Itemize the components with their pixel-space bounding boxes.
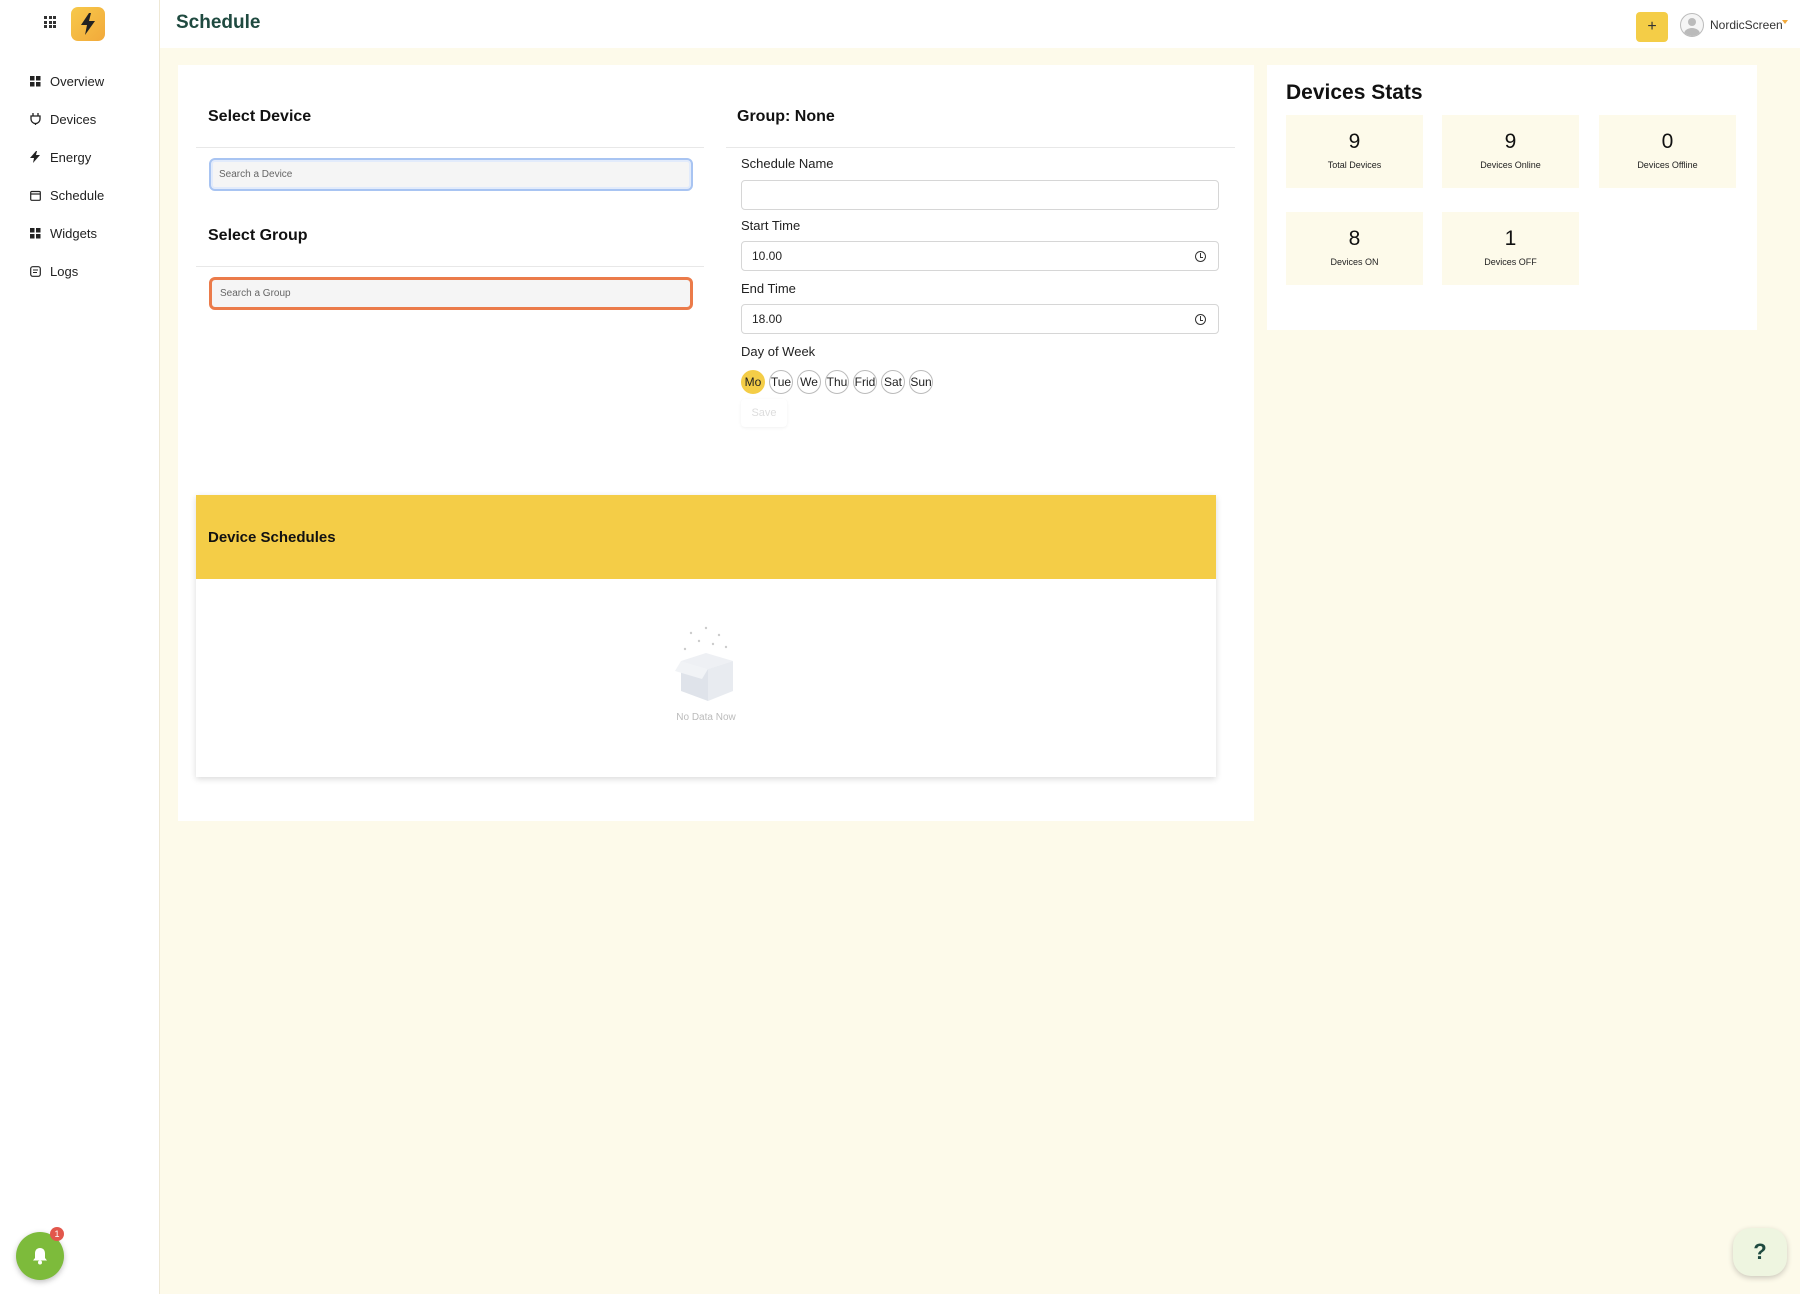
- stat-value: 9: [1348, 130, 1361, 153]
- stat-label: Devices ON: [1330, 257, 1379, 267]
- schedule-name-label: Schedule Name: [741, 156, 834, 171]
- stat-devices-on: 8 Devices ON: [1286, 212, 1423, 285]
- devices-stats-title: Devices Stats: [1286, 81, 1423, 104]
- sidebar-item-widgets[interactable]: Widgets: [0, 214, 160, 252]
- day-toggle-mo[interactable]: Mo: [741, 370, 765, 394]
- sidebar-item-label: Logs: [50, 263, 79, 279]
- avatar[interactable]: [1680, 13, 1704, 37]
- day-of-week-selector: Mo Tue We Thu Frid Sat Sun: [741, 370, 933, 394]
- user-name[interactable]: NordicScreen: [1710, 18, 1783, 32]
- day-toggle-sat[interactable]: Sat: [881, 370, 905, 394]
- plug-icon: [28, 112, 42, 126]
- start-time-label: Start Time: [741, 218, 801, 233]
- divider: [726, 147, 1235, 148]
- clock-icon[interactable]: [1195, 251, 1206, 262]
- lightning-logo-icon: [81, 13, 95, 35]
- stat-value: 8: [1348, 227, 1361, 250]
- stat-label: Devices OFF: [1484, 257, 1537, 267]
- divider: [196, 266, 704, 267]
- bell-icon: [33, 1248, 47, 1265]
- sidebar-item-label: Schedule: [50, 187, 105, 203]
- day-toggle-we[interactable]: We: [797, 370, 821, 394]
- sidebar: Overview Devices Energy Schedule Widgets…: [0, 0, 160, 1294]
- day-toggle-tue[interactable]: Tue: [769, 370, 793, 394]
- schedule-card: Select Device Search a Device Select Gro…: [178, 65, 1254, 821]
- day-toggle-frid[interactable]: Frid: [853, 370, 877, 394]
- select-device-title: Select Device: [208, 108, 312, 125]
- calendar-icon: [28, 188, 42, 202]
- notification-badge: 1: [50, 1227, 64, 1241]
- save-button[interactable]: Save: [741, 399, 787, 427]
- stat-devices-online: 9 Devices Online: [1442, 115, 1579, 188]
- stat-devices-off: 1 Devices OFF: [1442, 212, 1579, 285]
- devices-stats-card: Devices Stats 9 Total Devices 9 Devices …: [1267, 65, 1757, 330]
- sidebar-item-label: Overview: [50, 73, 105, 89]
- sidebar-item-energy[interactable]: Energy: [0, 138, 160, 176]
- sidebar-item-label: Devices: [50, 111, 97, 127]
- sidebar-item-logs[interactable]: Logs: [0, 252, 160, 290]
- stat-label: Devices Offline: [1637, 160, 1698, 170]
- page-title: Schedule: [176, 12, 261, 33]
- dashboard-icon: [28, 74, 42, 88]
- sidebar-item-schedule[interactable]: Schedule: [0, 176, 160, 214]
- sidebar-item-label: Widgets: [50, 225, 97, 241]
- empty-state-text: No Data Now: [676, 712, 736, 723]
- clock-icon[interactable]: [1195, 314, 1206, 325]
- group-search-input[interactable]: Search a Group: [209, 277, 693, 310]
- schedule-name-field[interactable]: [741, 180, 1219, 210]
- device-schedules-panel: Device Schedules No Data Now: [196, 495, 1216, 777]
- sidebar-item-overview[interactable]: Overview: [0, 62, 160, 100]
- end-time-label: End Time: [741, 281, 796, 296]
- day-toggle-sun[interactable]: Sun: [909, 370, 933, 394]
- app-logo[interactable]: [71, 7, 105, 41]
- day-of-week-label: Day of Week: [741, 344, 816, 359]
- user-menu-caret-icon[interactable]: [1782, 20, 1788, 24]
- stat-total-devices: 9 Total Devices: [1286, 115, 1423, 188]
- stat-label: Total Devices: [1327, 160, 1382, 170]
- device-search-input[interactable]: Search a Device: [209, 158, 693, 191]
- stat-value: 0: [1661, 130, 1674, 153]
- start-time-field[interactable]: 10.00: [741, 241, 1219, 271]
- group-title: Group: None: [737, 108, 835, 125]
- add-button[interactable]: +: [1636, 12, 1668, 42]
- day-toggle-thu[interactable]: Thu: [825, 370, 849, 394]
- stat-devices-offline: 0 Devices Offline: [1599, 115, 1736, 188]
- apps-grid-icon[interactable]: [44, 16, 56, 28]
- empty-box-icon: [675, 626, 733, 701]
- end-time-value: 18.00: [752, 312, 783, 326]
- empty-state: No Data Now: [656, 625, 756, 723]
- widgets-icon: [28, 226, 42, 240]
- divider: [196, 147, 704, 148]
- sidebar-item-label: Energy: [50, 149, 92, 165]
- logs-icon: [28, 264, 42, 278]
- sidebar-nav: Overview Devices Energy Schedule Widgets…: [0, 62, 160, 290]
- bolt-icon: [28, 150, 42, 164]
- select-group-title: Select Group: [208, 227, 308, 244]
- stat-value: 1: [1504, 227, 1517, 250]
- start-time-value: 10.00: [752, 249, 783, 263]
- sidebar-item-devices[interactable]: Devices: [0, 100, 160, 138]
- help-button[interactable]: ?: [1733, 1228, 1787, 1276]
- end-time-field[interactable]: 18.00: [741, 304, 1219, 334]
- stat-value: 9: [1504, 130, 1517, 153]
- top-bar: Schedule + NordicScreen: [160, 0, 1800, 48]
- stat-label: Devices Online: [1480, 160, 1541, 170]
- device-schedules-title: Device Schedules: [196, 495, 1216, 579]
